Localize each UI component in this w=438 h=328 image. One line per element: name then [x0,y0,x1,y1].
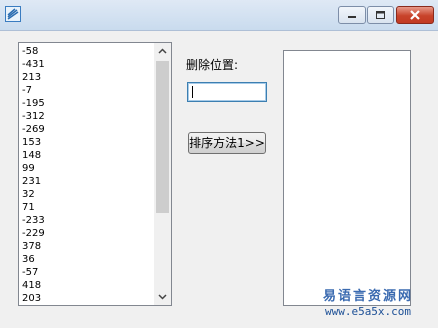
list-item[interactable]: 36 [22,253,150,266]
scroll-down-icon[interactable] [154,288,171,305]
delete-position-input[interactable] [187,82,267,102]
list-item[interactable]: -57 [22,266,150,279]
maximize-icon [376,11,385,19]
list-item[interactable]: 203 [22,292,150,305]
sort-method-1-button[interactable]: 排序方法1>> [188,132,266,154]
list-item[interactable]: -431 [22,58,150,71]
list-item[interactable]: -233 [22,214,150,227]
number-listbox[interactable]: -58 -431 213 -7 -195 -312 -269 153 148 99 231 32 71-… [18,42,172,306]
list-item[interactable]: -229 [22,227,150,240]
minimize-icon [348,16,356,18]
scroll-thumb[interactable] [156,61,169,213]
title-bar[interactable] [0,0,438,31]
list-item[interactable]: 148 [22,149,150,162]
result-listbox[interactable] [283,50,411,306]
list-item[interactable]: 418 [22,279,150,292]
list-item[interactable]: -312 [22,110,150,123]
list-item[interactable]: 99 [22,162,150,175]
list-item[interactable]: -269 [22,123,150,136]
list-item[interactable]: 231 [22,175,150,188]
list-item[interactable]: 153 [22,136,150,149]
list-item[interactable]: -195 [22,97,150,110]
watermark: 易语言资源网 www.e5a5x.com [300,290,436,317]
close-icon [410,10,420,20]
watermark-title: 易语言资源网 [322,289,413,304]
minimize-button[interactable] [338,6,366,24]
list-item[interactable]: 378 [22,240,150,253]
list-item[interactable]: 71 [22,201,150,214]
list-item[interactable]: 213 [22,71,150,84]
number-list[interactable]: -58 -431 213 -7 -195 -312 -269 153 148 99 231 32 71-… [22,45,150,305]
vertical-scrollbar[interactable] [154,43,171,305]
scroll-up-icon[interactable] [154,43,171,60]
list-item[interactable]: -7 [22,84,150,97]
text-caret [192,86,193,98]
list-item[interactable]: 32 [22,188,150,201]
maximize-button[interactable] [367,6,394,24]
close-button[interactable] [396,6,434,24]
list-item[interactable]: -58 [22,45,150,58]
app-icon [5,6,21,22]
watermark-url: www.e5a5x.com [324,305,412,318]
delete-position-label: 删除位置: [186,58,239,72]
